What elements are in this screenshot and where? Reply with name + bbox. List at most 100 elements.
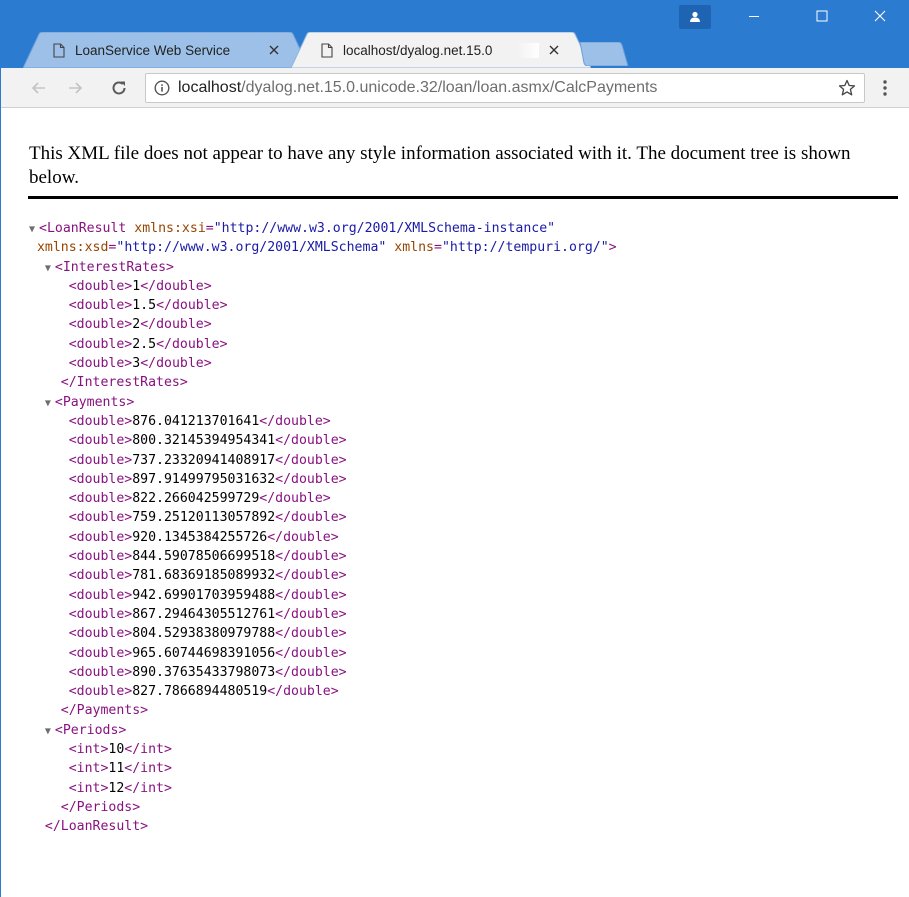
xml-value: 11 [108,761,125,777]
back-icon[interactable] [25,74,53,102]
xml-value: 844.59078506699518 [132,549,276,565]
xml-value: 759.25120113057892 [132,510,276,526]
forward-icon[interactable] [61,74,89,102]
xml-tag: </double> [140,317,212,333]
xml-tag: <int> [68,761,109,777]
xml-root-open: ▼ <LoanResult xmlns:xsi="http://www.w3.or… [29,219,617,238]
collapse-triangle-icon[interactable]: ▼ [45,722,55,741]
menu-icon[interactable] [871,74,899,102]
xml-value: 804.52938380979788 [132,626,276,642]
xml-tag: </double> [259,491,331,507]
xml-value: 737.23320941408917 [132,452,276,468]
xml-tag: <double> [68,452,133,468]
maximize-icon[interactable] [799,0,845,32]
xml-value-line: <double>822.266042599729</double> [29,489,617,508]
xml-value: 965.60744698391056 [132,645,276,661]
tab-title: localhost/dyalog.net.15.0 [343,42,539,58]
xml-tag: <double> [68,626,133,642]
profile-icon[interactable] [679,5,711,29]
xml-value-line: <double>890.37635433798073</double> [29,663,617,682]
xml-value-line: <double>920.1345384255726</double> [29,528,617,547]
tab-localhost[interactable]: localhost/dyalog.net.15.0 [291,32,591,68]
xml-attr-value: "http://www.w3.org/2001/XMLSchema" [116,240,387,256]
collapse-triangle-icon[interactable]: ▼ [45,394,55,413]
xml-tag: <double> [68,298,133,314]
url-text: localhost/dyalog.net.15.0.unicode.32/loa… [178,79,657,97]
xml-value: 890.37635433798073 [132,664,276,680]
xml-tag: <double> [68,529,133,545]
xml-value: 3 [132,356,141,372]
document-icon [321,42,333,58]
collapse-triangle-icon[interactable]: ▼ [45,259,55,278]
xml-tag: <LoanResult [39,221,127,236]
xml-value-line: <double>3</double> [29,354,617,373]
xml-tag: <double> [68,587,133,603]
xml-tag: </double> [156,336,228,352]
xml-tag: </double> [275,471,347,487]
xml-section-close: </InterestRates> [29,373,617,392]
tab-title: LoanService Web Service [75,42,231,58]
xml-value-line: <double>942.69901703959488</double> [29,586,617,605]
xml-value-line: <int>11</int> [29,759,617,778]
xml-section-open: ▼ <Payments> [29,393,617,412]
close-icon[interactable] [265,41,283,59]
collapse-triangle-icon[interactable]: ▼ [29,220,39,239]
xml-value-line: <double>1.5</double> [29,296,617,315]
xml-tag: </double> [275,510,347,526]
new-tab-button[interactable] [578,42,630,66]
address-bar[interactable]: localhost/dyalog.net.15.0.unicode.32/loa… [145,73,865,103]
xml-value-line: <double>897.91499795031632</double> [29,470,617,489]
xml-value: 12 [108,780,125,796]
info-icon[interactable] [154,80,170,96]
xml-tag: <double> [68,413,133,429]
xml-tag: </double> [267,684,339,700]
minimize-icon[interactable] [731,0,777,32]
url-path: /dyalog.net.15.0.unicode.32/loan/loan.as… [241,79,658,96]
xml-attr-value: "http://www.w3.org/2001/XMLSchema-instan… [213,221,556,236]
xml-tag: </double> [259,413,331,429]
xml-tag: </int> [124,742,172,758]
xml-tag: <double> [68,549,133,565]
xml-tag: <double> [68,278,133,294]
xml-tag: </Payments> [60,703,149,719]
xml-value: 781.68369185089932 [132,568,276,584]
xml-tag: <double> [68,606,133,622]
xml-tree: ▼ <LoanResult xmlns:xsi="http://www.w3.or… [29,219,617,837]
xml-tag: </double> [275,645,347,661]
title-bar: LoanService Web Service localhost/dyalog… [1,0,909,76]
reload-icon[interactable] [105,74,133,102]
xml-value-line: <int>12</int> [29,779,617,798]
xml-tag: <InterestRates> [54,259,174,275]
star-icon[interactable] [838,79,856,97]
window-close-icon[interactable] [857,0,903,32]
xml-value-line: <double>737.23320941408917</double> [29,451,617,470]
xml-attr-name: xmlns [394,240,434,256]
xml-tag: <double> [68,684,133,700]
xml-tag: </double> [275,549,347,565]
xml-section-close: </Payments> [29,701,617,720]
xml-value: 800.32145394954341 [132,433,276,449]
xml-value: 2.5 [132,336,157,352]
xml-value-line: <double>867.29464305512761</double> [29,605,617,624]
xml-value-line: <double>1</double> [29,277,617,296]
xml-tag: <double> [68,433,133,449]
xml-tag: <double> [68,317,133,333]
xml-tag: </double> [140,356,212,372]
xml-value-line: <double>827.7866894480519</double> [29,682,617,701]
xml-tag: </double> [275,433,347,449]
divider [28,196,898,199]
xml-root-open-cont: xmlns:xsd="http://www.w3.org/2001/XMLSch… [36,240,617,256]
xml-value: 10 [108,742,125,758]
tab-loanservice[interactable]: LoanService Web Service [23,32,309,68]
xml-section-open: ▼ <InterestRates> [29,258,617,277]
xml-value-line: <double>876.041213701641</double> [29,412,617,431]
xml-tag: </InterestRates> [60,375,188,391]
xml-tag: </double> [275,452,347,468]
xml-value-line: <double>804.52938380979788</double> [29,624,617,643]
xml-value: 920.1345384255726 [132,529,268,545]
close-icon[interactable] [545,41,563,59]
xml-value: 867.29464305512761 [132,606,276,622]
xml-value-line: <double>965.60744698391056</double> [29,644,617,663]
xml-tag: </double> [140,278,212,294]
browser-toolbar: localhost/dyalog.net.15.0.unicode.32/loa… [1,68,909,108]
